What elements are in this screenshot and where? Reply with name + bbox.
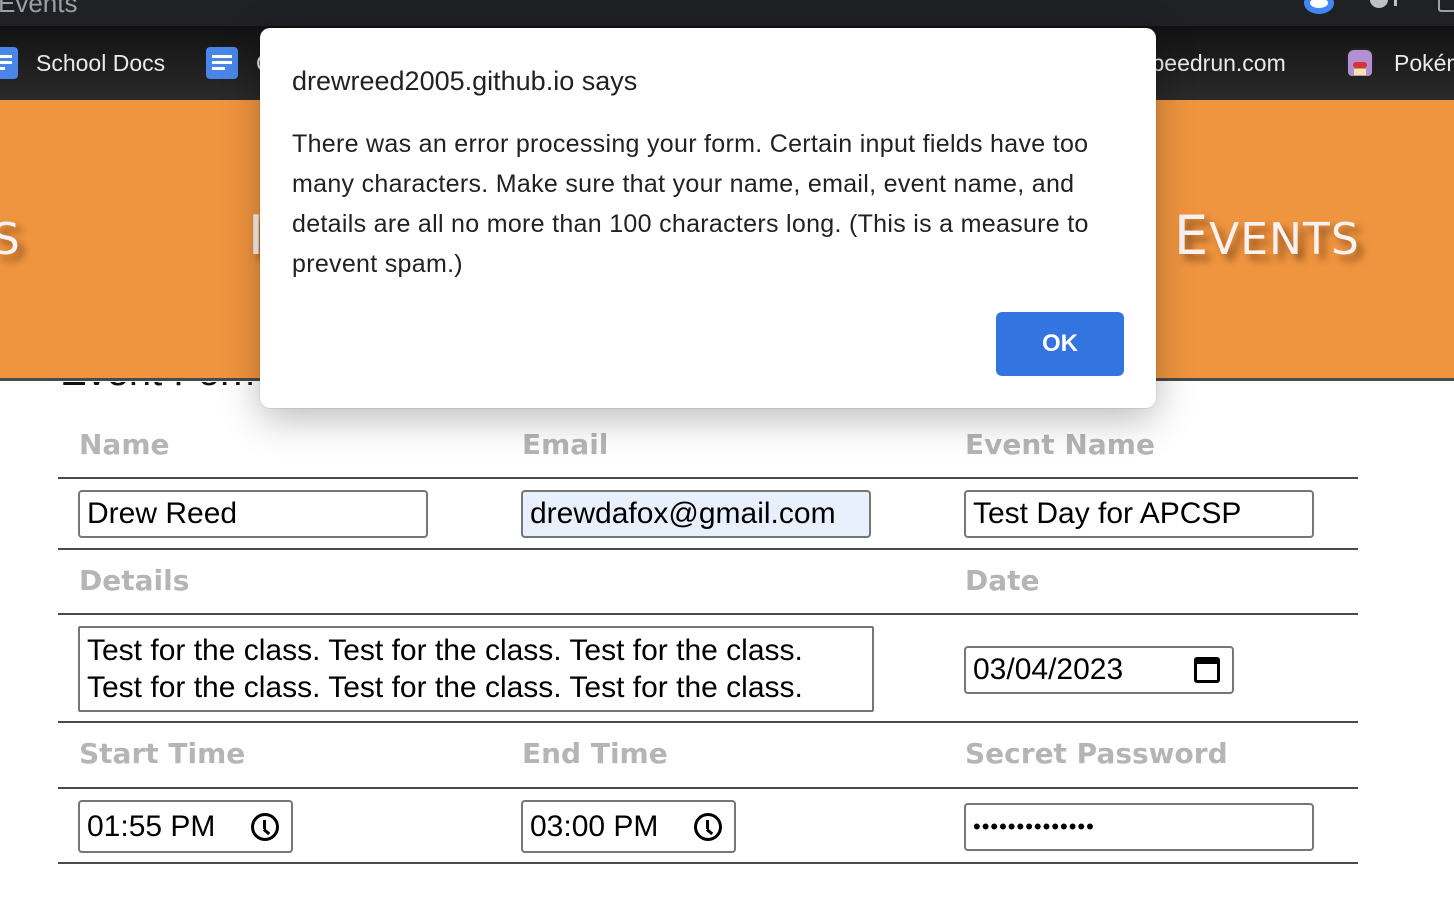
clock-icon[interactable] [694, 812, 722, 841]
menu-dots-icon[interactable] [1394, 0, 1397, 6]
name-input[interactable]: Drew Reed [78, 490, 428, 538]
screen: Events School Docs C speedrun.com Pokém … [0, 0, 1454, 902]
label-event-name: Event Name [965, 428, 1155, 461]
label-details: Details [79, 564, 190, 597]
hero-events-title[interactable]: EVENTS [1174, 204, 1360, 267]
dialog-title: drewreed2005.github.io says [292, 66, 638, 96]
hero-title-rest: VENTS [1209, 214, 1360, 265]
secret-password-input[interactable]: •••••••••••••• [964, 803, 1314, 851]
end-time-input[interactable]: 03:00 PM [521, 800, 736, 853]
chrome-icon[interactable] [1304, 0, 1334, 14]
bookmark-pokemon[interactable]: Pokém [1346, 46, 1454, 80]
google-docs-icon [0, 47, 18, 79]
hero-title-cap: E [1174, 204, 1210, 267]
row-divider [58, 721, 1358, 723]
details-textarea[interactable]: Test for the class. Test for the class. … [78, 626, 874, 712]
label-start-time: Start Time [79, 737, 246, 770]
bookmark-school-docs[interactable]: School Docs [0, 46, 165, 80]
window-icon[interactable] [1438, 0, 1454, 12]
start-time-input[interactable]: 01:55 PM [78, 800, 293, 853]
pokemon-sprite-icon [1346, 48, 1374, 78]
row-divider [58, 477, 1358, 479]
bookmark-label: School Docs [36, 49, 166, 76]
date-input[interactable]: 03/04/2023 [964, 646, 1234, 694]
label-date: Date [965, 564, 1040, 597]
row-divider [58, 862, 1358, 864]
label-secret-password: Secret Password [965, 737, 1228, 770]
browser-titlebar: Events [0, 0, 1454, 26]
label-email: Email [522, 428, 609, 461]
profile-icon[interactable] [1370, 0, 1388, 8]
bookmark-label: speedrun.com [1140, 49, 1286, 76]
alert-dialog: drewreed2005.github.io says There was an… [260, 28, 1156, 408]
clock-icon[interactable] [251, 812, 279, 841]
row-divider [58, 548, 1358, 550]
label-end-time: End Time [522, 737, 668, 770]
label-name: Name [79, 428, 170, 461]
event-name-input[interactable]: Test Day for APCSP [964, 490, 1314, 538]
ok-button[interactable]: OK [996, 312, 1124, 376]
row-divider [58, 787, 1358, 789]
bookmark-label: Pokém [1394, 49, 1454, 76]
google-docs-icon [206, 47, 238, 79]
calendar-icon[interactable] [1194, 657, 1220, 683]
email-input[interactable]: drewdafox@gmail.com [521, 490, 871, 538]
hero-nav-fragment-left[interactable]: TS [0, 204, 21, 267]
row-divider [58, 613, 1358, 615]
tab-title[interactable]: Events [0, 0, 78, 19]
bookmark-speedrun[interactable]: speedrun.com [1140, 46, 1286, 80]
dialog-message: There was an error processing your form.… [292, 130, 1089, 278]
